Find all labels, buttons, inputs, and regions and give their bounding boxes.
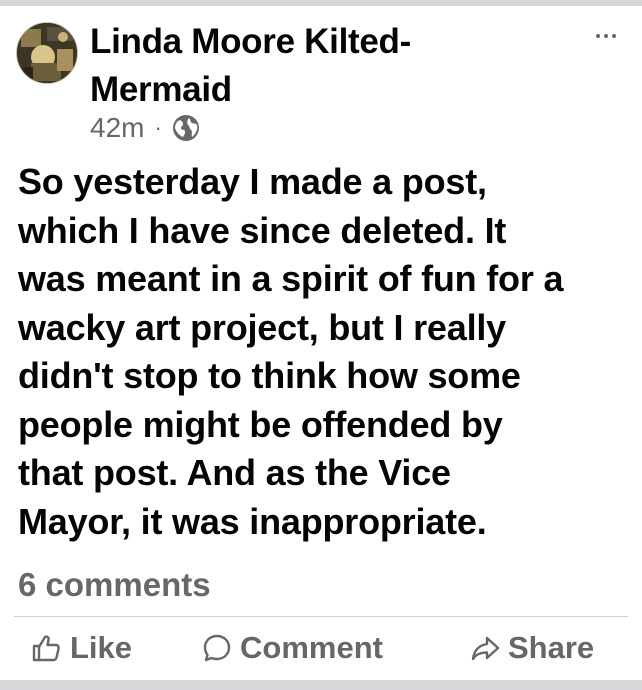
comment-button[interactable]: Comment [202, 628, 383, 668]
share-label: Share [508, 630, 595, 665]
bottom-divider [0, 680, 642, 690]
post-card: Linda Moore Kilted-Mermaid 42m · So yest… [0, 0, 642, 690]
post-body-text: So yesterday I made a post, which I have… [18, 161, 564, 542]
comment-label: Comment [240, 630, 383, 665]
author-name[interactable]: Linda Moore Kilted-Mermaid [90, 18, 550, 114]
comments-count-link[interactable]: 6 comments [18, 566, 211, 604]
comment-bubble-icon [203, 634, 231, 662]
post-actions-bar: Like Comment Share [0, 622, 642, 676]
more-dot [596, 34, 600, 38]
actions-divider [14, 616, 628, 617]
more-dot [604, 34, 608, 38]
post-timestamp[interactable]: 42m [90, 112, 144, 144]
like-button[interactable]: Like [30, 628, 132, 668]
meta-separator: · [154, 115, 162, 140]
like-label: Like [70, 630, 133, 665]
more-options-icon[interactable] [586, 24, 626, 48]
top-divider [0, 0, 642, 6]
share-button[interactable]: Share [470, 628, 594, 668]
thumbs-up-icon [32, 635, 60, 662]
share-arrow-icon [471, 636, 500, 661]
post-meta: 42m · [90, 111, 201, 145]
globe-icon[interactable] [171, 113, 201, 143]
avatar-image [17, 23, 77, 83]
author-avatar[interactable] [16, 22, 78, 84]
more-dot [612, 34, 616, 38]
